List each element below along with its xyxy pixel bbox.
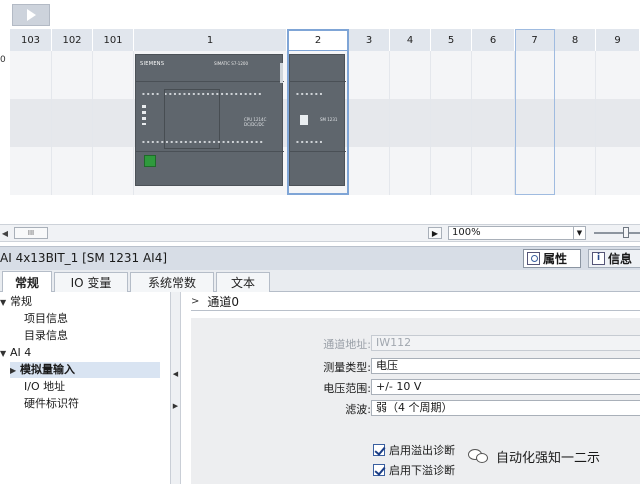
slot-102[interactable] [52, 51, 93, 195]
expand-overview-button[interactable] [12, 4, 50, 26]
rail-label: 0 [0, 55, 6, 65]
slot-header-4[interactable]: 4 [390, 29, 431, 51]
nav-item-label: 常规 [10, 295, 32, 308]
properties-label: 属性 [543, 252, 568, 266]
tab-system-constants[interactable]: 系统常数 [130, 272, 214, 292]
selected-slot-frame [287, 29, 349, 195]
slot-101[interactable] [93, 51, 134, 195]
slot-header-5[interactable]: 5 [431, 29, 472, 51]
scroll-right-arrow-icon[interactable]: ▶ [428, 227, 442, 239]
slot-103[interactable] [10, 51, 52, 195]
expand-right-icon[interactable]: ▶ [172, 402, 179, 410]
tab-texts[interactable]: 文本 [216, 272, 270, 292]
nav-item-catalog-info[interactable]: 目录信息 [24, 328, 68, 344]
overflow-diagnostics-row[interactable]: 启用溢出诊断 [373, 442, 455, 458]
overflow-diagnostics-label: 启用溢出诊断 [389, 444, 455, 457]
cpu-connector-icon [144, 155, 156, 167]
nav-item-label: AI 4 [10, 346, 32, 359]
cpu-port-icon [280, 63, 283, 83]
underflow-diagnostics-row[interactable]: 启用下溢诊断 [373, 462, 455, 478]
nav-item-ai4[interactable]: ▼ AI 4 [0, 345, 31, 361]
section-header-channel0[interactable]: > 通道0 [181, 292, 640, 310]
nav-splitter[interactable]: ◀ ▶ [170, 292, 180, 484]
device-view: 103 102 101 1 2 3 4 5 6 7 8 9 0 SIEMENS [0, 0, 640, 222]
channel-address-field: IW112 [371, 335, 640, 351]
properties-button[interactable]: 属性 [523, 249, 581, 268]
properties-icon [527, 252, 540, 265]
filter-label: 滤波: [345, 403, 371, 416]
cpu-module[interactable]: SIEMENS SIMATIC S7-1200 ▪▪▪▪ ▪▪▪▪▪▪▪▪▪▪▪… [135, 54, 284, 186]
info-icon: i [592, 252, 605, 265]
cpu-status-leds [142, 105, 146, 125]
caret-right-icon[interactable]: ▶ [10, 363, 20, 379]
navigation-tree: ▼ 常规 项目信息 目录信息 ▼ AI 4 ▶ 模拟量输入 I/O 地址 硬件标识符 [0, 292, 170, 484]
zoom-value: 100% [452, 227, 481, 238]
slot-4[interactable] [390, 51, 431, 195]
voltage-range-label: 电压范围: [323, 382, 371, 395]
cpu-ridge [136, 81, 284, 82]
zoom-slider-knob[interactable] [623, 227, 629, 238]
slot-8[interactable] [555, 51, 596, 195]
filter-select[interactable]: 弱（4 个周期） [371, 400, 640, 416]
info-label: 信息 [608, 252, 633, 266]
inspector-title: AI 4x13BIT_1 [SM 1231 AI4] [0, 251, 168, 265]
slot-5[interactable] [431, 51, 472, 195]
slot-header-6[interactable]: 6 [472, 29, 515, 51]
slot-6[interactable] [472, 51, 515, 195]
nav-item-io-address[interactable]: I/O 地址 [24, 379, 65, 395]
slot-3[interactable] [349, 51, 390, 195]
nav-item-analog-input[interactable]: ▶ 模拟量输入 [10, 362, 160, 378]
play-arrow-icon [26, 9, 36, 21]
collapse-left-icon[interactable]: ◀ [172, 370, 179, 378]
channel-address-label: 通道地址: [323, 338, 371, 351]
measurement-type-label: 测量类型: [323, 361, 371, 374]
tia-portal-window: 103 102 101 1 2 3 4 5 6 7 8 9 0 SIEMENS [0, 0, 640, 484]
nav-item-general[interactable]: ▼ 常规 [0, 294, 32, 310]
zoom-slider-track[interactable] [594, 232, 640, 234]
watermark-text: 自动化强知一二示 [496, 450, 601, 466]
slot-header-102[interactable]: 102 [52, 29, 93, 51]
measurement-type-select[interactable]: 电压 [371, 358, 640, 374]
info-button[interactable]: i 信息 [588, 249, 640, 268]
chevron-right-icon[interactable]: > [191, 296, 199, 307]
horizontal-scrollbar[interactable]: ◀ III ▶ 100% ▼ [0, 224, 640, 242]
cpu-ridge-lower [136, 151, 284, 152]
caret-down-icon[interactable]: ▼ [0, 295, 10, 311]
slot-header-8[interactable]: 8 [555, 29, 596, 51]
tab-general[interactable]: 常规 [2, 271, 52, 293]
section-divider [191, 310, 640, 311]
voltage-range-select[interactable]: +/- 10 V [371, 379, 640, 395]
tab-io-tags[interactable]: IO 变量 [54, 272, 128, 292]
inspector-tabs: 常规 IO 变量 系统常数 文本 [0, 270, 640, 293]
nav-item-label: 模拟量输入 [20, 363, 75, 376]
scroll-left-arrow-icon[interactable]: ◀ [0, 227, 10, 239]
inspector-title-bar: AI 4x13BIT_1 [SM 1231 AI4] 属性 i 信息 [0, 246, 640, 270]
caret-down-icon[interactable]: ▼ [0, 346, 10, 362]
section-title: 通道0 [207, 294, 240, 309]
slot-header-103[interactable]: 103 [10, 29, 52, 51]
cpu-card-label: CPU 1214C DC/DC/DC [244, 117, 267, 127]
slot-header-1[interactable]: 1 [134, 29, 287, 51]
nav-item-project-info[interactable]: 项目信息 [24, 311, 68, 327]
nav-item-hardware-id[interactable]: 硬件标识符 [24, 396, 79, 412]
watermark: 自动化强知一二示 [468, 442, 640, 470]
chevron-down-icon[interactable]: ▼ [573, 227, 585, 239]
underflow-diagnostics-checkbox[interactable] [373, 464, 385, 476]
cpu-brand-label: SIEMENS [140, 61, 165, 67]
overflow-diagnostics-checkbox[interactable] [373, 444, 385, 456]
highlighted-slot-frame [515, 29, 555, 195]
chat-bubble-icon [468, 447, 490, 465]
cpu-model-label: SIMATIC S7-1200 [214, 61, 248, 66]
slot-header-9[interactable]: 9 [596, 29, 640, 51]
slot-header-3[interactable]: 3 [349, 29, 390, 51]
underflow-diagnostics-label: 启用下溢诊断 [389, 464, 455, 477]
cpu-io-terminals-bottom: ▪▪▪▪▪▪▪▪▪▪▪▪▪▪▪▪▪▪▪▪▪▪▪▪▪▪ [142, 139, 265, 144]
scroll-thumb[interactable]: III [14, 227, 48, 239]
slot-header-101[interactable]: 101 [93, 29, 134, 51]
zoom-select[interactable]: 100% ▼ [448, 226, 586, 240]
